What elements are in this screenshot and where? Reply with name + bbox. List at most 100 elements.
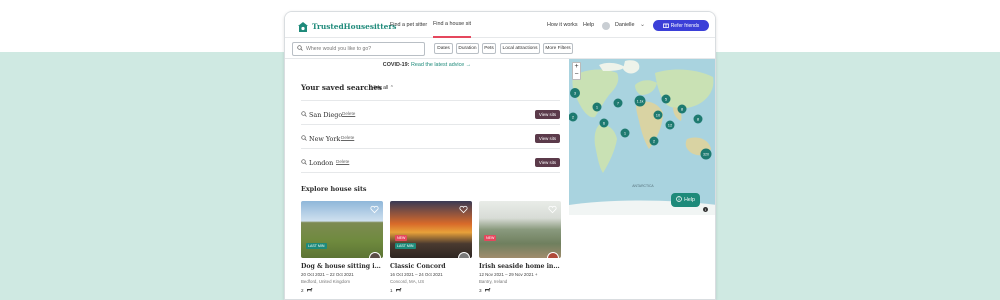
saved-searches-title: Your saved searches — [301, 83, 383, 92]
map-marker[interactable]: 1 — [620, 128, 630, 138]
map-zoom-control: + − — [572, 62, 581, 80]
filter-pets[interactable]: Pets — [482, 43, 496, 54]
help-label: Help — [684, 197, 695, 203]
covid-banner: COVID-19: Read the latest advice → — [285, 62, 569, 68]
logo-text: TrustedHousesitters — [312, 21, 397, 31]
map-marker-count: 1.1k — [637, 100, 644, 104]
card-dates: 20 Oct 2021 – 22 Oct 2021 — [301, 272, 354, 277]
view-sits-button[interactable]: View sits — [535, 158, 560, 167]
saved-search-row: San Diego Delete View sits — [301, 100, 560, 124]
chevron-down-icon[interactable]: ⌄ — [640, 21, 645, 28]
map-markers: 3 2 1 7 1.1k 5 8 6 10 12 1 2 320 8 — [569, 88, 712, 160]
owner-avatar — [547, 252, 559, 258]
dog-icon — [484, 287, 491, 293]
saved-search-query[interactable]: New York — [301, 135, 340, 143]
nav-help[interactable]: Help — [583, 12, 594, 38]
heart-icon[interactable] — [548, 205, 557, 214]
heart-icon[interactable] — [370, 205, 379, 214]
map-marker-count: 12 — [668, 123, 673, 128]
covid-advice-link[interactable]: Read the latest advice → — [411, 62, 471, 68]
refer-friends-button[interactable]: Refer friends — [653, 20, 709, 31]
map-marker[interactable]: 7 — [613, 98, 623, 108]
saved-search-query[interactable]: San Diego — [301, 111, 342, 119]
search-icon — [297, 45, 303, 53]
house-sit-card[interactable]: NEW LAST MIN Classic Concord 16 Oct 2021… — [390, 201, 472, 293]
card-location: Concord, MA, US — [390, 279, 425, 284]
search-placeholder: Where would you like to go? — [306, 46, 372, 52]
map-marker-count: 320 — [703, 153, 709, 157]
owner-avatar — [458, 252, 470, 258]
filter-duration[interactable]: Duration — [456, 43, 479, 54]
card-title: Classic Concord — [390, 263, 446, 270]
map-marker[interactable]: 6 — [599, 118, 609, 128]
zoom-out-button[interactable]: − — [573, 71, 580, 79]
delete-link[interactable]: Delete — [342, 111, 355, 116]
view-sits-button[interactable]: View sits — [535, 110, 560, 119]
saved-search-row: New York Delete View sits — [301, 124, 560, 148]
new-badge: NEW — [395, 235, 408, 241]
hide-all-toggle[interactable]: Hide all ⌃ — [371, 85, 394, 91]
delete-link[interactable]: Delete — [341, 135, 354, 140]
pet-count: 2 — [301, 287, 304, 293]
zoom-in-button[interactable]: + — [573, 63, 580, 71]
dog-icon — [306, 287, 313, 293]
delete-link[interactable]: Delete — [336, 159, 349, 164]
pet-count: 1 — [390, 287, 393, 293]
map-marker[interactable]: 2 — [649, 136, 659, 146]
map-marker[interactable]: 320 — [700, 148, 712, 160]
explore-title: Explore house sits — [301, 185, 367, 193]
logo[interactable]: TrustedHousesitters — [297, 20, 396, 32]
map-marker[interactable]: 2 — [569, 112, 578, 122]
site-header: TrustedHousesitters Find a pet sitter Fi… — [285, 12, 715, 38]
card-pets: 2 — [301, 287, 383, 293]
map-marker[interactable]: 10 — [653, 110, 663, 120]
search-icon — [301, 159, 307, 167]
search-input[interactable]: Where would you like to go? — [292, 42, 425, 56]
map-marker[interactable]: 8 — [693, 114, 703, 124]
map-marker[interactable]: 12 — [665, 120, 675, 130]
user-name[interactable]: Danielle — [615, 22, 634, 28]
nav-how-it-works[interactable]: How it works — [547, 12, 578, 38]
info-icon — [676, 196, 683, 204]
owner-avatar — [369, 252, 381, 258]
last-minute-badge: LAST MIN — [395, 243, 416, 249]
pet-count: 3 — [479, 287, 482, 293]
filter-local-attractions[interactable]: Local attractions — [500, 43, 540, 54]
nav-find-house-sit[interactable]: Find a house sit — [433, 12, 472, 38]
house-sit-card[interactable]: LAST MIN Dog & house sitting in the c...… — [301, 201, 383, 293]
map-marker[interactable]: 8 — [677, 104, 687, 114]
divider — [301, 172, 560, 173]
map-attribution-icon[interactable]: i — [703, 207, 708, 212]
heart-icon[interactable] — [459, 205, 468, 214]
filter-more-filters[interactable]: More Filters — [543, 43, 573, 54]
card-location: Bedford, United Kingdom — [301, 279, 351, 284]
avatar[interactable] — [602, 22, 610, 30]
house-sit-card[interactable]: NEW Irish seaside home in the la... 12 N… — [479, 201, 561, 293]
saved-search-label: New York — [309, 135, 341, 143]
chevron-up-icon: ⌃ — [389, 85, 395, 91]
map-marker[interactable]: 1 — [592, 102, 602, 112]
browser-frame: TrustedHousesitters Find a pet sitter Fi… — [284, 11, 716, 300]
last-minute-badge: LAST MIN — [306, 243, 327, 249]
world-map[interactable]: ANTARCTICA 3 2 1 7 1.1k 5 8 6 10 12 1 2 … — [569, 59, 715, 215]
dog-icon — [395, 287, 402, 293]
map-marker[interactable]: 5 — [661, 94, 671, 104]
listing-photo: NEW — [479, 201, 561, 258]
refer-friends-label: Refer friends — [670, 22, 700, 29]
saved-search-query[interactable]: London — [301, 159, 333, 167]
listing-photo: NEW LAST MIN — [390, 201, 472, 258]
card-pets: 3 — [479, 287, 561, 293]
view-sits-button[interactable]: View sits — [535, 134, 560, 143]
map-marker-count: 10 — [656, 113, 661, 118]
map-marker[interactable]: 1.1k — [634, 95, 646, 107]
help-button[interactable]: Help — [671, 193, 700, 207]
nav-find-pet-sitter[interactable]: Find a pet sitter — [390, 12, 427, 38]
logo-icon — [297, 20, 309, 32]
new-badge: NEW — [484, 235, 497, 241]
saved-search-row: London Delete View sits — [301, 148, 560, 172]
card-dates: 12 Nov 2021 – 29 Nov 2021 + — [479, 272, 538, 277]
card-dates: 16 Oct 2021 – 24 Oct 2021 — [390, 272, 443, 277]
map-marker[interactable]: 3 — [570, 88, 580, 98]
gift-icon — [662, 22, 669, 30]
filter-dates[interactable]: Dates — [434, 43, 453, 54]
